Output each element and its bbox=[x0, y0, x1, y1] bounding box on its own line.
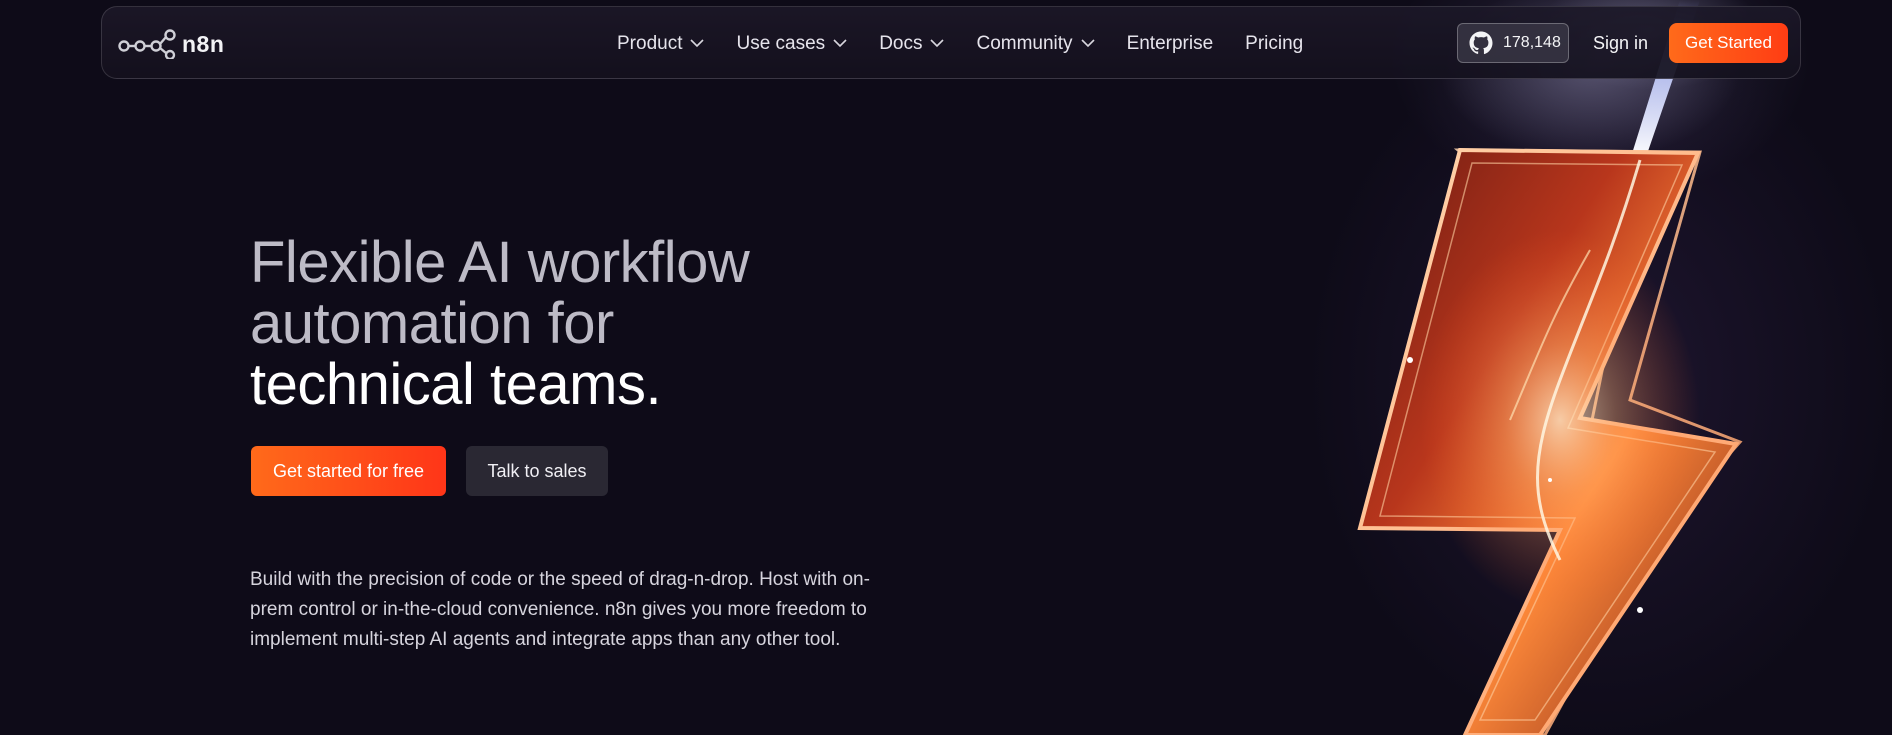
menu-item-community[interactable]: Community bbox=[976, 32, 1095, 55]
logo-text: n8n bbox=[182, 30, 225, 57]
main-menu: Product Use cases Docs Community Enterpr… bbox=[617, 7, 1335, 80]
menu-item-product[interactable]: Product bbox=[617, 32, 705, 55]
get-started-free-button[interactable]: Get started for free bbox=[251, 446, 446, 496]
page: n8n Product Use cases Docs Community Ent… bbox=[0, 0, 1892, 735]
github-stars-count: 178,148 bbox=[1503, 34, 1561, 51]
headline-line-2: automation for bbox=[250, 291, 614, 356]
menu-item-label: Use cases bbox=[736, 32, 826, 54]
logo[interactable]: n8n bbox=[118, 29, 224, 59]
chevron-down-icon bbox=[833, 39, 847, 48]
menu-item-label: Product bbox=[617, 32, 683, 54]
menu-item-pricing[interactable]: Pricing bbox=[1245, 33, 1303, 55]
chevron-down-icon bbox=[930, 39, 945, 48]
github-icon bbox=[1469, 31, 1493, 55]
chevron-down-icon bbox=[690, 39, 705, 48]
lightning-bolt-illustration bbox=[1357, 0, 1760, 735]
n8n-logo-icon bbox=[118, 29, 176, 59]
chevron-down-icon bbox=[1080, 39, 1095, 48]
headline-line-1: Flexible AI workflow bbox=[250, 230, 750, 295]
menu-item-label: Enterprise bbox=[1126, 32, 1214, 54]
menu-item-docs[interactable]: Docs bbox=[879, 32, 945, 55]
menu-item-label: Community bbox=[976, 32, 1073, 54]
get-started-button[interactable]: Get Started bbox=[1669, 23, 1788, 63]
top-nav: n8n Product Use cases Docs Community Ent… bbox=[101, 6, 1801, 79]
talk-to-sales-button[interactable]: Talk to sales bbox=[466, 446, 608, 496]
github-stars-button[interactable]: 178,148 bbox=[1457, 23, 1569, 63]
headline-line-3: technical teams. bbox=[250, 352, 662, 417]
menu-item-enterprise[interactable]: Enterprise bbox=[1127, 33, 1214, 55]
menu-item-use-cases[interactable]: Use cases bbox=[736, 33, 847, 55]
menu-item-label: Pricing bbox=[1245, 32, 1304, 54]
hero-description: Build with the precision of code or the … bbox=[250, 569, 870, 650]
hero-headline: Flexible AI workflow automation for tech… bbox=[250, 230, 750, 417]
sign-in-link[interactable]: Sign in bbox=[1593, 7, 1648, 80]
menu-item-label: Docs bbox=[879, 32, 923, 54]
